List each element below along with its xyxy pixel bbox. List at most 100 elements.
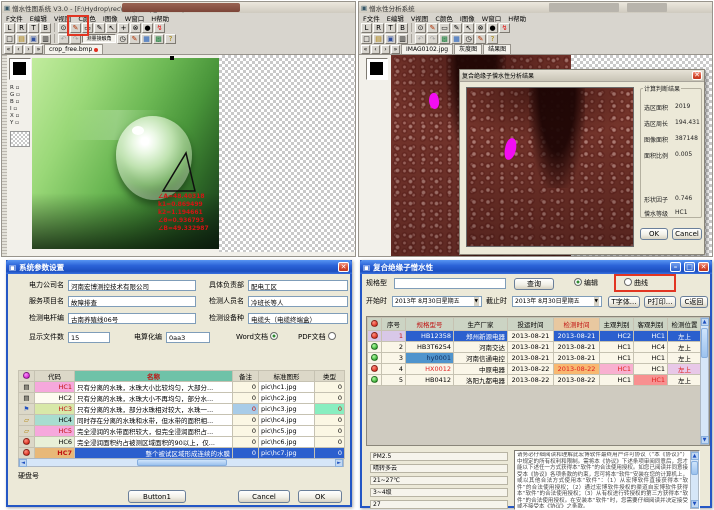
annotate-pen-icon[interactable]: ✎ <box>129 34 140 44</box>
device-type-input[interactable] <box>248 313 348 324</box>
temperature-field[interactable] <box>370 476 508 485</box>
menu-color[interactable]: C颜色 <box>435 13 453 23</box>
cancel-button[interactable]: Cancel <box>672 228 702 240</box>
result-image-preview[interactable] <box>466 87 634 247</box>
table-row[interactable]: 2 HB3T6254 河南交达 2013-08-21 2013-08-21 HC… <box>368 342 702 353</box>
save-file-icon[interactable]: ▣ <box>28 34 39 44</box>
bottom-edge-tool[interactable]: B <box>40 23 51 33</box>
palette-icon[interactable]: ▦ <box>141 34 152 44</box>
table-vertical-scrollbar[interactable]: ▲ ▼ <box>700 317 709 445</box>
pen-icon[interactable]: ✎ <box>427 23 438 33</box>
humidity-field[interactable] <box>370 500 508 509</box>
last-tab-icon[interactable]: » <box>34 45 43 54</box>
query-button[interactable]: 查询 <box>514 278 554 290</box>
dialog-title-bar[interactable]: 复合绝缘子憎水性分析结果 ✕ <box>460 70 704 82</box>
zoom-icon[interactable]: ⊙ <box>415 23 426 33</box>
back-button[interactable]: C返回 <box>680 296 708 308</box>
dot-icon[interactable]: ● <box>487 23 498 33</box>
weather-field[interactable] <box>370 464 508 473</box>
pm25-field[interactable] <box>370 452 508 461</box>
top-edge-tool[interactable]: T <box>28 23 39 33</box>
spec-input[interactable] <box>394 278 506 289</box>
menu-file[interactable]: F文件 <box>363 13 380 23</box>
cursor-icon[interactable]: ↖ <box>463 23 474 33</box>
col-test-date[interactable]: 检测时间 <box>554 318 600 331</box>
col-code[interactable]: 代码 <box>35 371 75 382</box>
print-button[interactable]: P打印... <box>644 296 676 308</box>
table-row[interactable]: ▱ HC5 完全浸润的水带面积较大，但完全浸润面积占... 0 pic\hc5.… <box>19 426 345 437</box>
col-subjective[interactable]: 主观判别 <box>600 318 634 331</box>
service-project-input[interactable] <box>68 296 196 307</box>
col-name[interactable]: 名称 <box>75 371 233 382</box>
annotate-pen-icon[interactable]: ✎ <box>475 34 486 44</box>
table-row[interactable]: 4 HX0012 中原电器 2013-08-22 2013-08-22 HC1 … <box>368 364 702 375</box>
copy-icon[interactable]: ▩ <box>439 34 450 44</box>
menu-edit[interactable]: E编辑 <box>30 13 47 23</box>
dialog-title-bar[interactable]: ▣ 系统参数设置 ✕ <box>6 260 352 274</box>
pdf-doc-radio[interactable]: PDF文档 <box>298 332 338 343</box>
help-icon[interactable]: ? <box>165 34 176 44</box>
tab-result[interactable]: 结果图 <box>483 44 511 54</box>
scrollbar-thumb[interactable] <box>137 459 227 466</box>
crop-handle[interactable] <box>170 56 174 60</box>
tab-gray[interactable]: 灰度图 <box>454 44 482 54</box>
col-seq[interactable]: 序号 <box>382 318 406 331</box>
bottom-edge-tool[interactable]: B <box>397 23 408 33</box>
scrollbar-thumb[interactable] <box>691 461 698 475</box>
image-icon[interactable]: ▩ <box>153 34 164 44</box>
move-icon[interactable]: + <box>118 23 129 33</box>
menu-help[interactable]: H帮助 <box>151 13 169 23</box>
edit-mode-radio[interactable]: 编辑 <box>574 278 598 289</box>
print-icon[interactable]: ▥ <box>40 34 51 44</box>
table-horizontal-scrollbar[interactable]: ◄ ► <box>18 458 344 467</box>
undo-icon[interactable]: ↶ <box>415 34 426 44</box>
color-swatch-box[interactable] <box>9 58 31 80</box>
tab-image[interactable]: IMAG0102.jpg <box>401 44 453 54</box>
menu-edit[interactable]: E编辑 <box>387 13 404 23</box>
col-objective[interactable]: 客观判别 <box>634 318 668 331</box>
button1[interactable]: Button1 <box>128 490 186 503</box>
close-icon[interactable]: ✕ <box>692 71 702 80</box>
inspector-input[interactable] <box>248 296 348 307</box>
department-input[interactable] <box>248 280 348 291</box>
maximize-icon[interactable]: □ <box>684 262 695 272</box>
redo-icon[interactable]: ↷ <box>427 34 438 44</box>
right-edge-tool[interactable]: R <box>16 23 27 33</box>
flash-icon[interactable]: ↯ <box>154 23 165 33</box>
channel-y[interactable]: Y ▫ <box>10 120 30 127</box>
scroll-right-icon[interactable]: ► <box>335 459 343 467</box>
contact-angle-pen-icon[interactable]: ✎ <box>94 23 105 33</box>
minimize-icon[interactable]: – <box>670 262 681 272</box>
ok-button[interactable]: OK <box>640 228 668 240</box>
target-icon[interactable]: ⊗ <box>130 23 141 33</box>
chevron-down-icon[interactable]: ▼ <box>594 297 599 306</box>
clock-icon[interactable]: ◷ <box>463 34 474 44</box>
wind-field[interactable] <box>370 488 508 497</box>
prev-tab-icon[interactable]: ‹ <box>14 45 23 54</box>
next-tab-icon[interactable]: › <box>24 45 33 54</box>
left-edge-tool[interactable]: L <box>4 23 15 33</box>
scroll-up-icon[interactable]: ▲ <box>701 318 709 326</box>
table-row[interactable]: 5 HB0412 洛阳九都电器 2013-08-22 2013-08-22 HC… <box>368 375 702 386</box>
menu-file[interactable]: F文件 <box>6 13 23 23</box>
left-edge-tool[interactable]: L <box>361 23 372 33</box>
file-count-input[interactable] <box>68 332 110 343</box>
table-row[interactable]: HC6 完全浸润面积约占被测区域面积的90以上，仅... 0 pic\hc6.j… <box>19 437 345 448</box>
flash-icon[interactable]: ↯ <box>499 23 510 33</box>
dot-icon[interactable]: ● <box>142 23 153 33</box>
power-company-input[interactable] <box>68 280 196 291</box>
table-row[interactable]: ▤ HC1 只有分离的水珠，水珠大小比较均匀，大部分... 0 pic\hc1.… <box>19 382 345 393</box>
color-swatch-box[interactable] <box>366 58 388 80</box>
col-position[interactable]: 检测位置 <box>668 318 702 331</box>
close-icon[interactable]: ✕ <box>698 262 709 272</box>
title-bar[interactable]: ▣ 憎水性分析系统 <box>359 2 712 13</box>
first-tab-icon[interactable]: « <box>361 45 370 54</box>
pole-id-input[interactable] <box>68 313 196 324</box>
table-row[interactable]: 3 hy0001 河南信通电控 2013-08-21 2013-08-21 HC… <box>368 353 702 364</box>
open-file-icon[interactable]: ▤ <box>373 34 384 44</box>
last-tab-icon[interactable]: » <box>391 45 400 54</box>
computerized-id-input[interactable] <box>166 332 210 343</box>
cursor-icon[interactable]: ↖ <box>106 23 117 33</box>
table-row[interactable]: ▱ HC4 同时存在分离的水珠和水带，但水带的面积相... 0 pic\hc4.… <box>19 415 345 426</box>
close-icon[interactable]: ✕ <box>338 262 349 272</box>
